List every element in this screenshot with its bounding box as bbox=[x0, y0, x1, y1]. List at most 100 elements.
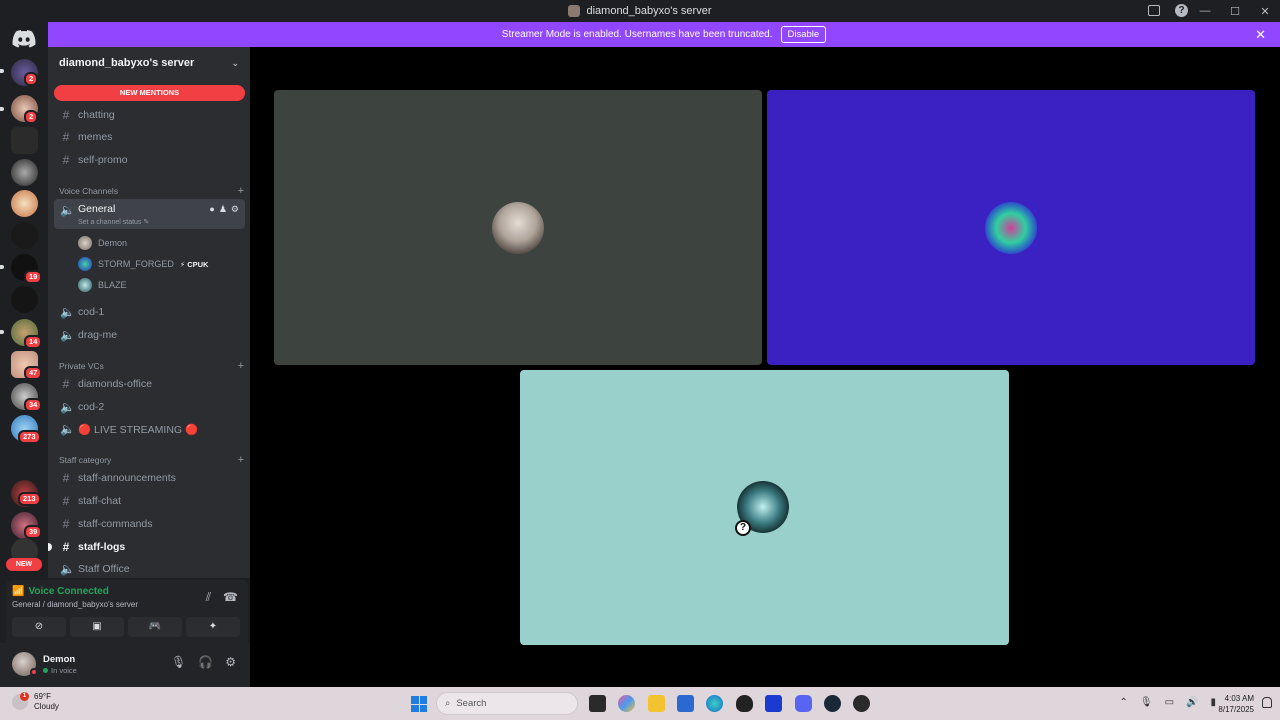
add-channel-icon[interactable]: + bbox=[238, 185, 244, 197]
hashtag-icon: # bbox=[62, 517, 70, 531]
store-icon[interactable] bbox=[677, 695, 694, 712]
category-staff[interactable]: Staff category + bbox=[59, 453, 244, 467]
camera-off-button[interactable]: ⊘ bbox=[12, 617, 66, 637]
member-name: BLAZE bbox=[98, 280, 127, 290]
new-servers-badge[interactable]: NEW bbox=[6, 558, 42, 571]
voice-channel-cod-2[interactable]: 🔈 cod-2 bbox=[54, 397, 245, 417]
server-icon[interactable] bbox=[11, 127, 38, 154]
category-label: Voice Channels bbox=[59, 186, 119, 196]
participant-tile-storm-forged[interactable] bbox=[767, 90, 1255, 365]
category-voice-channels[interactable]: Voice Channels + bbox=[59, 184, 244, 198]
server-header[interactable]: diamond_babyxo's server ⌄ bbox=[48, 47, 250, 79]
signal-icon: 📶 bbox=[12, 586, 25, 597]
discord-home-icon[interactable] bbox=[12, 30, 36, 48]
screen-share-button[interactable]: ▣ bbox=[70, 617, 124, 637]
minimize-button[interactable]: — bbox=[1190, 5, 1220, 17]
server-icon[interactable] bbox=[11, 190, 38, 217]
chevron-up-icon[interactable]: ⌃ bbox=[1119, 697, 1127, 708]
close-banner-icon[interactable]: ✕ bbox=[1255, 27, 1266, 43]
close-window-button[interactable]: ✕ bbox=[1250, 5, 1280, 18]
edge-browser-icon[interactable] bbox=[706, 695, 723, 712]
channel-chatting[interactable]: # chatting bbox=[54, 105, 245, 125]
mention-badge: 34 bbox=[24, 398, 43, 412]
gear-icon[interactable]: ⚙ bbox=[231, 204, 239, 215]
steam-icon[interactable] bbox=[824, 695, 841, 712]
voice-channel-cod-1[interactable]: 🔈 cod-1 bbox=[54, 302, 245, 322]
notification-bell-icon[interactable] bbox=[1262, 697, 1272, 708]
channel-staff-chat[interactable]: # staff-chat bbox=[54, 491, 245, 511]
voice-connected-subtitle[interactable]: General / diamond_babyxo's server bbox=[12, 600, 138, 609]
system-clock[interactable]: 4:03 AM 8/17/2025 bbox=[1218, 693, 1254, 715]
channel-label: 🔴 LIVE STREAMING 🔴 bbox=[78, 423, 199, 436]
new-mentions-button[interactable]: NEW MENTIONS bbox=[54, 85, 245, 101]
task-view-icon[interactable] bbox=[589, 695, 606, 712]
inbox-icon[interactable] bbox=[1148, 5, 1160, 16]
voice-member[interactable]: STORM_FORGED ⚡ CPUK bbox=[78, 255, 208, 273]
hashtag-icon: # bbox=[62, 471, 70, 485]
channel-staff-commands[interactable]: # staff-commands bbox=[54, 514, 245, 534]
weather-widget[interactable]: 1 69°F Cloudy bbox=[12, 692, 59, 712]
channel-staff-logs[interactable]: # staff-logs bbox=[54, 537, 245, 557]
volume-icon[interactable]: 🔊 bbox=[1186, 697, 1198, 708]
channel-diamonds-office[interactable]: # diamonds-office bbox=[54, 374, 245, 394]
participant-tile-demon[interactable] bbox=[274, 90, 762, 365]
app-icon[interactable] bbox=[765, 695, 782, 712]
user-name[interactable]: Demon bbox=[43, 654, 75, 665]
category-private-vcs[interactable]: Private VCs + bbox=[59, 359, 244, 373]
voice-channel-staff-office[interactable]: 🔈 Staff Office bbox=[54, 559, 245, 578]
voice-channel-drag-me[interactable]: 🔈 drag-me bbox=[54, 325, 245, 345]
chat-bubble-icon[interactable]: ● bbox=[209, 204, 214, 215]
channel-staff-announcements[interactable]: # staff-announcements bbox=[54, 468, 245, 488]
help-icon[interactable]: ? bbox=[1175, 4, 1188, 17]
category-label: Private VCs bbox=[59, 361, 104, 371]
voice-connected-title[interactable]: 📶 Voice Connected bbox=[12, 586, 109, 597]
discord-taskbar-icon[interactable] bbox=[795, 695, 812, 712]
noise-suppression-icon[interactable]: ⫽ bbox=[206, 590, 211, 605]
copilot-icon[interactable] bbox=[618, 695, 635, 712]
voice-channel-general[interactable]: 🔈 General Set a channel status ✎ ● ♟ ⚙ bbox=[54, 199, 245, 229]
server-icon[interactable] bbox=[11, 222, 38, 249]
microphone-icon[interactable]: 🎙 bbox=[1140, 697, 1153, 708]
add-channel-icon[interactable]: + bbox=[238, 454, 244, 466]
invite-user-icon[interactable]: ♟ bbox=[219, 204, 227, 215]
mention-badge: 47 bbox=[24, 366, 43, 380]
voice-member[interactable]: Demon bbox=[78, 234, 127, 252]
add-channel-icon[interactable]: + bbox=[238, 360, 244, 372]
unread-pip bbox=[0, 69, 4, 73]
channel-label: staff-commands bbox=[78, 518, 153, 530]
network-icon[interactable]: ▭ bbox=[1165, 697, 1174, 708]
taskbar-search[interactable]: ⌕ Search bbox=[436, 692, 578, 715]
app-icon[interactable] bbox=[853, 695, 870, 712]
windows-start-icon[interactable] bbox=[411, 696, 427, 712]
disable-streamer-mode-button[interactable]: Disable bbox=[780, 26, 827, 43]
channel-memes[interactable]: # memes bbox=[54, 127, 245, 147]
unread-pip bbox=[0, 107, 4, 111]
battery-icon[interactable]: ▮ bbox=[1210, 697, 1216, 708]
gear-icon[interactable]: ⚙ bbox=[225, 655, 236, 669]
server-icon[interactable] bbox=[11, 286, 38, 313]
headphones-icon[interactable]: 🎧 bbox=[198, 655, 213, 669]
soundboard-button[interactable]: ✦ bbox=[186, 617, 240, 637]
activity-button[interactable]: 🎮 bbox=[128, 617, 182, 637]
weather-alert-badge: 1 bbox=[20, 692, 29, 701]
file-explorer-icon[interactable] bbox=[648, 695, 665, 712]
channel-status-hint[interactable]: Set a channel status ✎ bbox=[78, 218, 149, 226]
microphone-icon[interactable]: 🎙 bbox=[171, 655, 186, 669]
user-panel: Demon In voice 🎙 🎧 ⚙ bbox=[0, 643, 250, 687]
mention-badge: 2 bbox=[24, 72, 39, 86]
server-icon[interactable] bbox=[11, 159, 38, 186]
server-icon[interactable] bbox=[11, 449, 38, 476]
disconnect-icon[interactable]: ☎ bbox=[223, 590, 238, 605]
avatar bbox=[78, 257, 92, 271]
voice-panel-buttons: ⊘ ▣ 🎮 ✦ bbox=[12, 617, 240, 637]
voice-member[interactable]: BLAZE bbox=[78, 276, 127, 294]
unread-pip bbox=[0, 330, 4, 334]
unknown-device-icon: ? bbox=[735, 520, 751, 536]
participant-tile-blaze[interactable]: ? bbox=[520, 370, 1009, 645]
channel-self-promo[interactable]: # self-promo bbox=[54, 150, 245, 170]
voice-channel-live-streaming[interactable]: 🔈 🔴 LIVE STREAMING 🔴 bbox=[54, 419, 245, 439]
member-name: Demon bbox=[98, 238, 128, 248]
maximize-button[interactable]: ☐ bbox=[1220, 5, 1250, 18]
alienware-icon[interactable] bbox=[736, 695, 753, 712]
channel-label: memes bbox=[78, 131, 113, 143]
